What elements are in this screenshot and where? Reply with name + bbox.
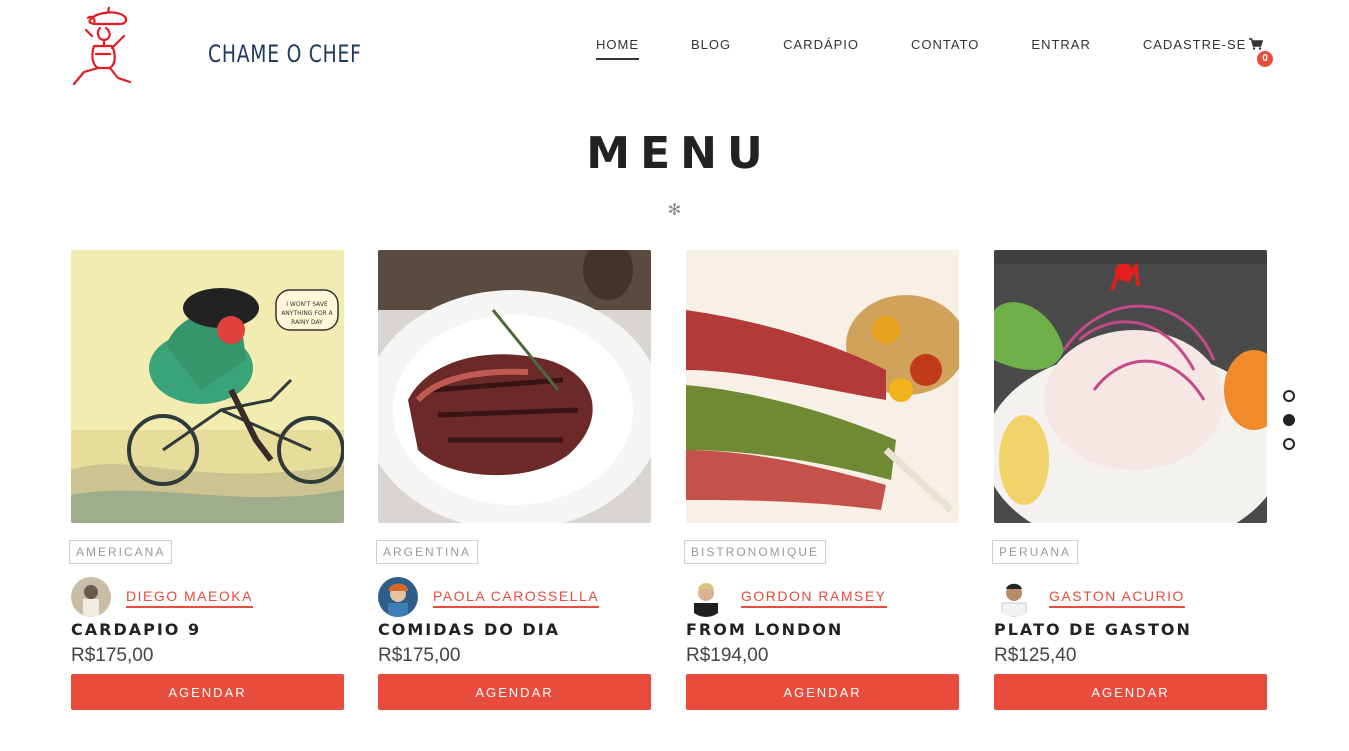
menu-card-image[interactable] — [686, 250, 959, 523]
shopping-cart-icon — [1249, 38, 1263, 50]
menu-card: PERUANA GASTON ACURIO PLATO DE GASTON R$… — [992, 250, 1267, 710]
chef-name-link[interactable]: DIEGO MAEOKA — [126, 588, 253, 608]
agendar-button[interactable]: AGENDAR — [71, 674, 344, 710]
herb-crusted-lamb-rack — [686, 250, 959, 523]
cuisine-tag[interactable]: PERUANA — [992, 540, 1079, 564]
chef-name-link[interactable]: GASTON ACURIO — [1049, 588, 1185, 608]
chef-row: GORDON RAMSEY — [686, 577, 959, 617]
nav-item-home[interactable]: HOME — [596, 37, 639, 60]
sliced-steak-plate — [378, 250, 651, 523]
menu-card-image[interactable] — [378, 250, 651, 523]
menu-item-price: R$125,40 — [994, 645, 1077, 666]
chef-avatar[interactable] — [378, 577, 418, 617]
cuisine-tag[interactable]: BISTRONOMIQUE — [684, 540, 827, 564]
slider-dot-1[interactable] — [1283, 390, 1295, 402]
slider-dot-3[interactable] — [1283, 438, 1295, 450]
chef-row: PAOLA CAROSSELLA — [378, 577, 651, 617]
menu-item-title: COMIDAS DO DIA — [378, 620, 561, 639]
svg-text:RAINY DAY: RAINY DAY — [291, 319, 323, 326]
menu-item-price: R$175,00 — [378, 645, 461, 666]
chef-name-link[interactable]: GORDON RAMSEY — [741, 588, 887, 608]
nav-item-entrar[interactable]: ENTRAR — [1031, 37, 1090, 58]
menu-item-title: FROM LONDON — [686, 620, 844, 639]
menu-item-title: CARDAPIO 9 — [71, 620, 202, 639]
agendar-button[interactable]: AGENDAR — [994, 674, 1267, 710]
chef-row: DIEGO MAEOKA — [71, 577, 344, 617]
chef-avatar[interactable] — [71, 577, 111, 617]
menu-item-price: R$175,00 — [71, 645, 154, 666]
chef-avatar[interactable] — [994, 577, 1034, 617]
svg-text:ANYTHING FOR A: ANYTHING FOR A — [281, 310, 333, 317]
brand-logo[interactable]: CHAME O CHEF — [72, 6, 361, 88]
cuisine-tag[interactable]: AMERICANA — [69, 540, 173, 564]
chef-waiter-logo-icon — [72, 6, 132, 86]
chef-row: GASTON ACURIO — [994, 577, 1267, 617]
chef-name-link[interactable]: PAOLA CAROSSELLA — [433, 588, 600, 608]
chef-avatar[interactable] — [686, 577, 726, 617]
nav-item-cadastre-se[interactable]: CADASTRE-SE — [1143, 37, 1246, 58]
menu-card-image[interactable]: I WON'T SAVE ANYTHING FOR A RAINY DAY — [71, 250, 344, 523]
svg-text:I WON'T SAVE: I WON'T SAVE — [286, 301, 328, 308]
agendar-button[interactable]: AGENDAR — [686, 674, 959, 710]
menu-item-title: PLATO DE GASTON — [994, 620, 1192, 639]
cart-button[interactable]: 0 — [1249, 38, 1273, 67]
cuisine-tag[interactable]: ARGENTINA — [376, 540, 479, 564]
menu-item-price: R$194,00 — [686, 645, 769, 666]
nav-item-blog[interactable]: BLOG — [691, 37, 731, 58]
nav-item-cardapio[interactable]: CARDÁPIO — [783, 37, 859, 58]
main-nav: HOME BLOG CARDÁPIO CONTATO ENTRAR CADAST… — [596, 37, 1246, 60]
menu-card-image[interactable] — [994, 250, 1267, 523]
slider-pagination — [1283, 390, 1295, 462]
nav-item-contato[interactable]: CONTATO — [911, 37, 979, 58]
menu-card: I WON'T SAVE ANYTHING FOR A RAINY DAY AM… — [69, 250, 344, 710]
menu-card: ARGENTINA PAOLA CAROSSELLA COMIDAS DO DI… — [376, 250, 651, 710]
ceviche-plate — [994, 250, 1267, 523]
page-title: MENU — [586, 128, 773, 179]
title-ornament-icon: ✻ — [667, 202, 682, 219]
slider-dot-2[interactable] — [1283, 414, 1295, 426]
cart-count-badge: 0 — [1257, 51, 1273, 67]
agendar-button[interactable]: AGENDAR — [378, 674, 651, 710]
illustration-woman-on-bicycle: I WON'T SAVE ANYTHING FOR A RAINY DAY — [71, 250, 344, 523]
menu-card: BISTRONOMIQUE GORDON RAMSEY FROM LONDON … — [684, 250, 959, 710]
brand-name: CHAME O CHEF — [208, 40, 362, 68]
